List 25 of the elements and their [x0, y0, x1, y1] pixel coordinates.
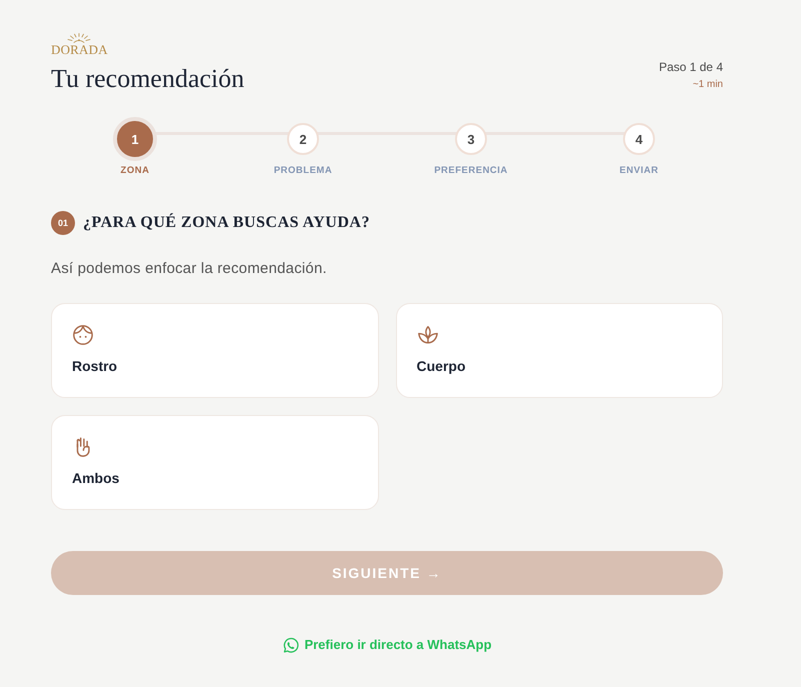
- chat-phone-icon: [282, 636, 300, 654]
- option-label: Rostro: [72, 357, 118, 376]
- lotus-icon: [416, 324, 438, 346]
- option-card[interactable]: Rostro: [51, 303, 378, 398]
- duration-estimate: ~1 min: [692, 78, 723, 92]
- brand-name: DORADA: [51, 43, 108, 56]
- step-label: ENVIAR: [620, 165, 658, 177]
- sun-rays-icon: [67, 33, 92, 43]
- step-counter: Paso 1 de 4: [658, 59, 723, 75]
- question-title: ¿PARA QUÉ ZONA BUSCAS AYUDA?: [83, 212, 370, 233]
- option-label: Ambos: [72, 469, 120, 488]
- face-icon: [72, 324, 94, 346]
- question-subtitle: Así podemos enfocar la recomendación.: [51, 259, 327, 279]
- step-circle[interactable]: 3: [455, 123, 487, 155]
- step-label: PROBLEMA: [274, 165, 332, 177]
- question-number: 01: [51, 211, 75, 235]
- step-label: PREFERENCIA: [434, 165, 508, 177]
- step-circle[interactable]: 2: [287, 123, 319, 155]
- option-card[interactable]: Ambos: [51, 415, 378, 510]
- step-label: ZONA: [120, 165, 150, 177]
- option-label: Cuerpo: [416, 357, 466, 376]
- step-circle[interactable]: 4: [623, 123, 655, 155]
- page-title: Tu recomendación: [51, 64, 244, 94]
- step-circle[interactable]: 1: [113, 117, 157, 161]
- option-card[interactable]: Cuerpo: [396, 303, 723, 398]
